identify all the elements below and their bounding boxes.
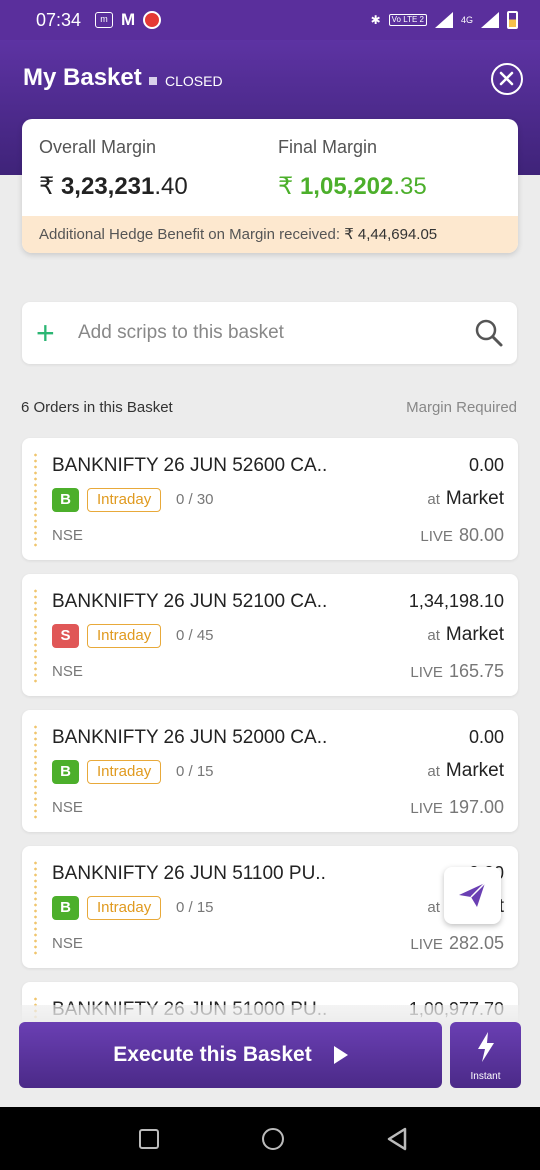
overall-margin: Overall Margin ₹ 3,23,231.40 bbox=[39, 137, 188, 201]
product-badge: Intraday bbox=[87, 624, 162, 648]
hedge-benefit-amount: ₹ 4,44,694.05 bbox=[344, 226, 438, 243]
order-margin: 1,34,198.10 bbox=[408, 591, 504, 611]
app-notification-icon bbox=[143, 11, 162, 29]
navigation-bar bbox=[0, 1107, 540, 1170]
order-price-type: atMarket bbox=[427, 488, 504, 509]
volte-icon: Vo LTE 2 bbox=[388, 14, 427, 26]
order-margin: 0.00 bbox=[468, 455, 504, 475]
order-quantity: 0 / 30 bbox=[176, 491, 214, 508]
margin-required-label: Margin Required bbox=[406, 399, 517, 416]
final-margin-value: ₹ 1,05,202.35 bbox=[278, 172, 427, 201]
product-badge: Intraday bbox=[87, 488, 162, 512]
execute-basket-label: Execute this Basket bbox=[113, 1043, 312, 1066]
drag-handle-icon[interactable] bbox=[33, 724, 39, 820]
overall-margin-label: Overall Margin bbox=[39, 137, 157, 157]
order-exchange: NSE bbox=[52, 663, 83, 680]
currency-symbol: ₹ bbox=[278, 173, 294, 200]
home-icon[interactable] bbox=[262, 1128, 284, 1150]
plus-icon: + bbox=[36, 315, 55, 351]
search-placeholder: Add scrips to this basket bbox=[78, 322, 284, 343]
battery-icon bbox=[507, 11, 518, 29]
order-live-price: LIVE 80.00 bbox=[420, 525, 504, 545]
network-type: 4G bbox=[460, 15, 473, 25]
order-exchange: NSE bbox=[52, 935, 83, 952]
order-card[interactable]: BANKNIFTY 26 JUN 52000 CA.. 0.00 B Intra… bbox=[22, 710, 518, 832]
recent-apps-icon[interactable] bbox=[139, 1129, 159, 1149]
gmail-icon: M bbox=[121, 10, 136, 29]
overall-margin-decimal: .40 bbox=[154, 173, 188, 200]
order-live-price: LIVE 197.00 bbox=[410, 797, 504, 817]
order-quantity: 0 / 45 bbox=[176, 627, 214, 644]
basket-status: CLOSED bbox=[149, 73, 223, 89]
final-margin: Final Margin ₹ 1,05,202.35 bbox=[278, 137, 427, 201]
orders-count-label: 6 Orders in this Basket bbox=[21, 399, 173, 416]
status-square-icon bbox=[149, 77, 157, 85]
order-exchange: NSE bbox=[52, 799, 83, 816]
product-badge: Intraday bbox=[87, 896, 162, 920]
buy-badge: B bbox=[52, 488, 79, 512]
status-time: 07:34 bbox=[36, 9, 82, 30]
search-icon[interactable] bbox=[474, 318, 504, 348]
overall-margin-main: 3,23,231 bbox=[60, 173, 155, 200]
basket-status-label: CLOSED bbox=[165, 73, 223, 89]
signal-icon bbox=[434, 12, 453, 28]
order-symbol: BANKNIFTY 26 JUN 52000 CA.. bbox=[52, 727, 328, 748]
status-bar: 07:34 m M ✱ Vo LTE 2 4G bbox=[0, 0, 540, 40]
sell-badge: S bbox=[52, 624, 79, 648]
order-live-price: LIVE 282.05 bbox=[410, 933, 504, 953]
buy-badge: B bbox=[52, 896, 79, 920]
order-symbol: BANKNIFTY 26 JUN 52600 CA.. bbox=[52, 455, 328, 476]
notification-m-icon: m bbox=[95, 12, 114, 28]
order-quantity: 0 / 15 bbox=[176, 763, 214, 780]
instant-label: Instant bbox=[470, 1071, 501, 1082]
add-scrips-search[interactable]: + Add scrips to this basket bbox=[22, 302, 517, 364]
close-button[interactable] bbox=[491, 63, 523, 95]
currency-symbol: ₹ bbox=[39, 173, 55, 200]
instant-button[interactable]: Instant bbox=[450, 1022, 521, 1088]
play-icon bbox=[333, 1046, 348, 1064]
final-margin-label: Final Margin bbox=[278, 137, 378, 157]
buy-badge: B bbox=[52, 760, 79, 784]
paper-plane-icon bbox=[459, 882, 486, 907]
final-margin-main: 1,05,202 bbox=[299, 173, 394, 200]
margin-summary-card: Overall Margin ₹ 3,23,231.40 Final Margi… bbox=[22, 119, 518, 253]
bottom-action-bar: Execute this Basket Instant bbox=[0, 1005, 540, 1107]
order-price-type: atMarket bbox=[427, 760, 504, 781]
drag-handle-icon[interactable] bbox=[33, 860, 39, 956]
product-badge: Intraday bbox=[87, 760, 162, 784]
lightning-icon bbox=[478, 1032, 494, 1062]
hedge-benefit-banner: Additional Hedge Benefit on Margin recei… bbox=[22, 216, 518, 253]
execute-basket-button[interactable]: Execute this Basket bbox=[19, 1022, 442, 1088]
drag-handle-icon[interactable] bbox=[33, 452, 39, 548]
order-live-price: LIVE 165.75 bbox=[410, 661, 504, 681]
order-symbol: BANKNIFTY 26 JUN 52100 CA.. bbox=[52, 591, 328, 612]
final-margin-decimal: .35 bbox=[393, 173, 427, 200]
bluetooth-icon: ✱ bbox=[370, 13, 381, 27]
back-icon[interactable] bbox=[386, 1127, 408, 1151]
close-icon bbox=[499, 71, 514, 86]
order-margin: 0.00 bbox=[468, 727, 504, 747]
order-exchange: NSE bbox=[52, 527, 83, 544]
signal-icon-2 bbox=[481, 12, 499, 28]
page-title: My Basket bbox=[23, 64, 142, 91]
order-symbol: BANKNIFTY 26 JUN 51100 PU.. bbox=[52, 863, 326, 884]
drag-handle-icon[interactable] bbox=[33, 588, 39, 684]
order-card[interactable]: BANKNIFTY 26 JUN 52100 CA.. 1,34,198.10 … bbox=[22, 574, 518, 696]
overall-margin-value: ₹ 3,23,231.40 bbox=[39, 172, 188, 201]
order-card[interactable]: BANKNIFTY 26 JUN 52600 CA.. 0.00 B Intra… bbox=[22, 438, 518, 560]
order-quantity: 0 / 15 bbox=[176, 899, 214, 916]
order-price-type: atMarket bbox=[427, 624, 504, 645]
hedge-benefit-text: Additional Hedge Benefit on Margin recei… bbox=[39, 226, 345, 243]
send-orders-button[interactable] bbox=[444, 867, 501, 924]
